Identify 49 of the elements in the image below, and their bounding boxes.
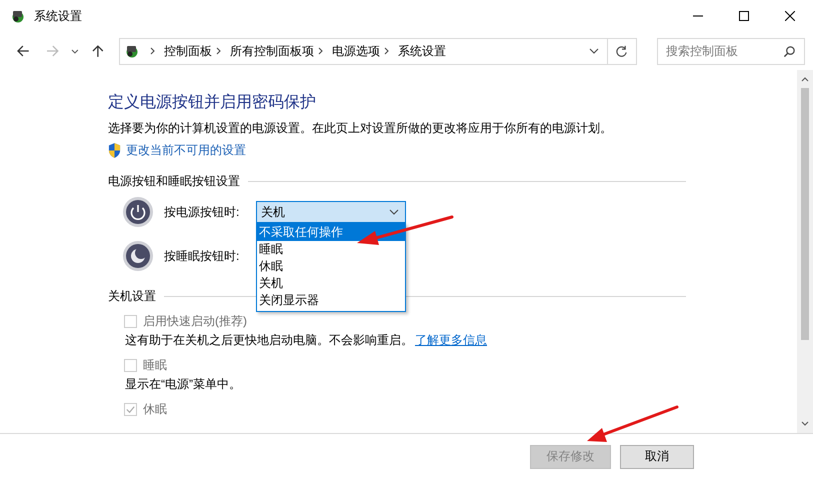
dropdown-option[interactable]: 关机 bbox=[257, 275, 405, 292]
maximize-icon[interactable] bbox=[739, 11, 749, 21]
moon-icon bbox=[122, 240, 154, 272]
section-title: 电源按钮和睡眠按钮设置 bbox=[108, 173, 240, 190]
refresh-icon bbox=[615, 44, 628, 58]
breadcrumb-item[interactable]: 控制面板 bbox=[164, 42, 212, 60]
dropdown-option[interactable]: 休眠 bbox=[257, 258, 405, 275]
address-bar[interactable]: 控制面板 所有控制面板项 电源选项 系统设置 bbox=[119, 38, 608, 64]
dropdown-option[interactable]: 睡眠 bbox=[257, 241, 405, 258]
power-icon bbox=[122, 196, 154, 228]
chevron-right-icon bbox=[318, 47, 324, 55]
scrollbar[interactable] bbox=[797, 70, 813, 433]
dropdown[interactable]: 关机 bbox=[256, 201, 406, 223]
scroll-down-icon[interactable] bbox=[801, 421, 809, 427]
up-arrow-icon[interactable] bbox=[91, 44, 106, 58]
scrollbar-thumb[interactable] bbox=[801, 88, 809, 340]
dropdown-option[interactable]: 关闭显示器 bbox=[257, 292, 405, 309]
search-icon bbox=[783, 44, 796, 58]
checkbox-label: 休眠 bbox=[143, 400, 167, 418]
control-panel-icon bbox=[10, 8, 26, 24]
chevron-right-icon bbox=[216, 47, 222, 55]
breadcrumb-item[interactable]: 所有控制面板项 bbox=[230, 42, 314, 60]
option-description: 这有助于在关机之后更快地启动电脑。不会影响重启。 bbox=[125, 333, 413, 347]
settings-link[interactable]: 更改当前不可用的设置 bbox=[126, 142, 246, 159]
option-description: 显示在“电源”菜单中。 bbox=[125, 377, 241, 391]
chevron-right-icon bbox=[384, 47, 390, 55]
dropdown-option[interactable]: 不采取任何操作 bbox=[257, 224, 405, 241]
back-icon[interactable] bbox=[16, 44, 30, 58]
breadcrumb-item[interactable]: 电源选项 bbox=[332, 42, 380, 60]
field-label: 按睡眠按钮时: bbox=[164, 248, 240, 264]
checkbox-label: 睡眠 bbox=[143, 356, 167, 374]
description-text: 选择要为你的计算机设置的电源设置。在此页上对设置所做的更改将应用于你所有的电源计划。 bbox=[108, 120, 613, 136]
scroll-up-icon[interactable] bbox=[801, 76, 809, 82]
dialog-button[interactable]: 取消 bbox=[620, 444, 694, 468]
control-panel-icon bbox=[124, 43, 140, 59]
refresh-button[interactable] bbox=[608, 38, 637, 64]
field-label: 按电源按钮时: bbox=[164, 204, 240, 220]
window-title: 系统设置 bbox=[34, 8, 82, 24]
close-icon[interactable] bbox=[785, 11, 795, 21]
page-heading: 定义电源按钮并启用密码保护 bbox=[108, 93, 317, 113]
chevron-down-icon bbox=[389, 208, 399, 216]
chevron-right-icon bbox=[150, 47, 156, 55]
chevron-down-icon[interactable] bbox=[71, 47, 80, 55]
shield-icon bbox=[108, 143, 121, 158]
checkbox-label: 启用快速启动(推荐) bbox=[143, 312, 247, 330]
chevron-down-icon[interactable] bbox=[588, 47, 599, 55]
search-field[interactable]: 搜索控制面板 bbox=[657, 38, 805, 64]
section-title: 关机设置 bbox=[108, 288, 156, 305]
breadcrumb-item[interactable]: 系统设置 bbox=[398, 42, 446, 60]
